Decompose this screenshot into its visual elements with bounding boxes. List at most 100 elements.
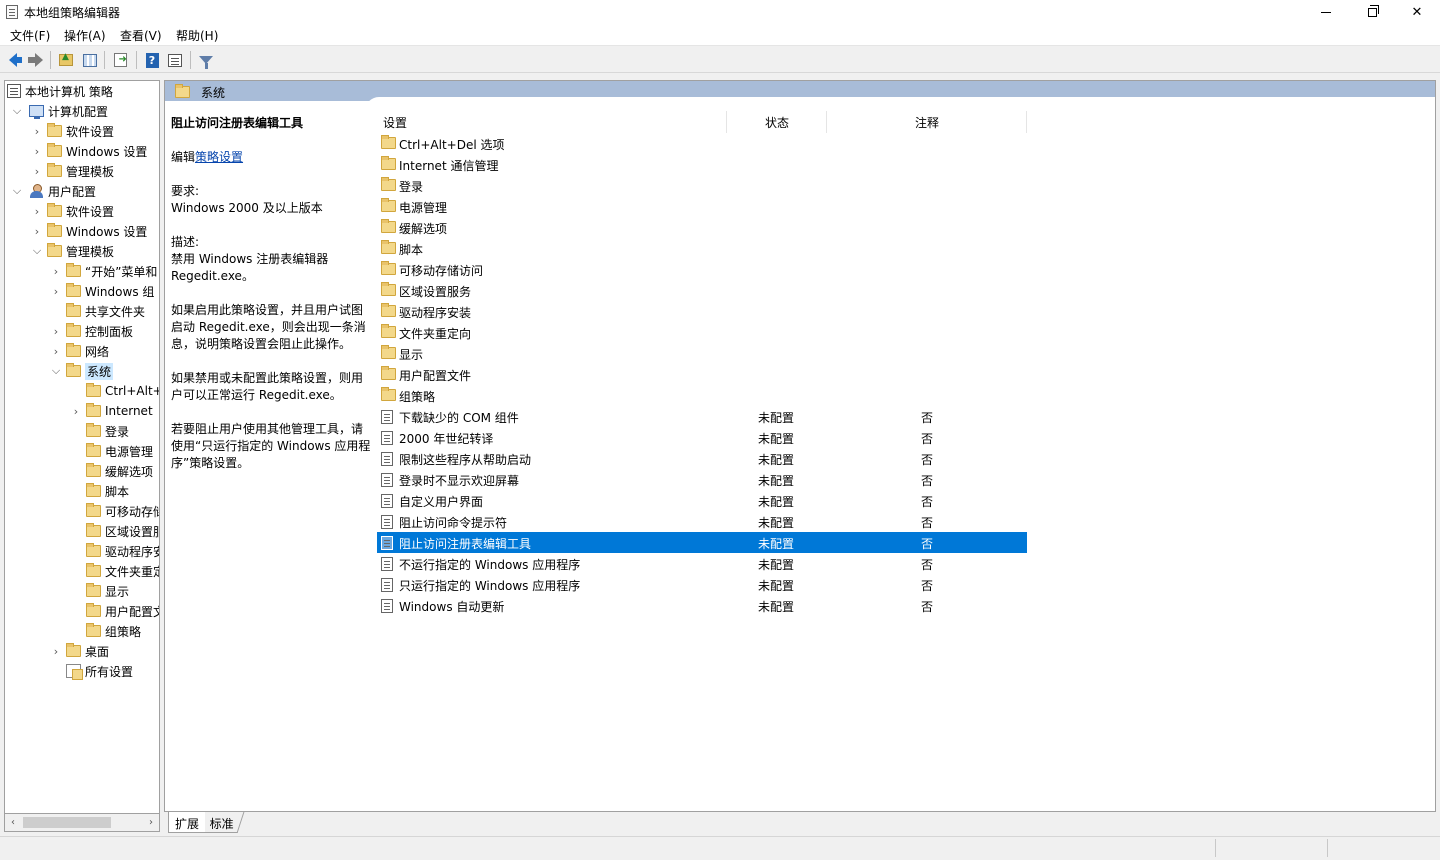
list-item[interactable]: 脚本 [377,238,1027,259]
chevron-right-icon[interactable]: › [50,341,62,361]
tree-item-computer-software[interactable]: › 软件设置 [31,121,114,141]
tree-item-control-panel[interactable]: › 控制面板 [50,321,133,341]
table-row[interactable]: 下载缺少的 COM 组件 未配置 否 [377,406,1027,427]
menu-help[interactable]: 帮助(H) [176,27,218,44]
tree-item-root[interactable]: 本地计算机 策略 [7,81,113,101]
menu-file[interactable]: 文件(F) [10,27,50,44]
tree-item-folder-redirection[interactable]: 文件夹重定 [70,561,159,581]
table-row[interactable]: 不运行指定的 Windows 应用程序 未配置 否 [377,553,1027,574]
details-pane: 系统 阻止访问注册表编辑工具 编辑策略设置 要求: Windows 2000 及以… [164,80,1436,812]
export-list-button[interactable] [111,51,129,69]
tree-horizontal-scrollbar[interactable]: ‹ › [4,814,160,832]
setting-state: 未配置 [758,411,795,425]
minimize-button[interactable] [1303,0,1349,24]
table-row[interactable]: 登录时不显示欢迎屏幕 未配置 否 [377,469,1027,490]
tree-item-network[interactable]: › 网络 [50,341,109,361]
list-item[interactable]: 显示 [377,343,1027,364]
list-item[interactable]: 用户配置文件 [377,364,1027,385]
chevron-right-icon[interactable]: › [31,121,43,141]
table-row[interactable]: 只运行指定的 Windows 应用程序 未配置 否 [377,574,1027,595]
chevron-right-icon[interactable]: › [31,221,43,241]
close-button[interactable]: ✕ [1394,0,1440,24]
chevron-right-icon[interactable]: › [50,321,62,341]
table-row[interactable]: Windows 自动更新 未配置 否 [377,595,1027,616]
list-item[interactable]: 可移动存储访问 [377,259,1027,280]
chevron-right-icon[interactable]: › [50,641,62,661]
tree-item-computer-windows[interactable]: › Windows 设置 [31,141,147,161]
tree-item-display[interactable]: 显示 [70,581,129,601]
scrollbar-thumb[interactable] [23,817,111,828]
table-row[interactable]: 2000 年世纪转译 未配置 否 [377,427,1027,448]
tree-item-shared-folders[interactable]: 共享文件夹 [50,301,145,321]
tree-item-power[interactable]: 电源管理 [70,441,153,461]
properties-button[interactable] [166,51,184,69]
tree-item-mitigation[interactable]: 缓解选项 [70,461,153,481]
back-button[interactable] [4,51,22,69]
tree-item-all-settings[interactable]: 所有设置 [50,661,133,681]
up-level-button[interactable] [57,51,75,69]
chevron-right-icon[interactable]: › [31,141,43,161]
tab-standard[interactable]: 标准 [200,812,245,833]
list-item[interactable]: 电源管理 [377,196,1027,217]
list-item[interactable]: 区域设置服务 [377,280,1027,301]
show-hide-tree-button[interactable] [81,51,99,69]
user-icon [29,184,44,198]
list-item[interactable]: 驱动程序安装 [377,301,1027,322]
list-item[interactable]: 缓解选项 [377,217,1027,238]
chevron-down-icon[interactable]: ⌵ [50,361,62,381]
table-row[interactable]: 阻止访问注册表编辑工具 未配置 否 [377,532,1027,553]
table-row[interactable]: 自定义用户界面 未配置 否 [377,490,1027,511]
tree-item-user-profiles[interactable]: 用户配置文 [70,601,159,621]
edit-policy-link[interactable]: 策略设置 [195,150,243,164]
tree-item-start-menu[interactable]: › “开始”菜单和 [50,261,157,281]
tree-item-user-config[interactable]: ⌵ 用户配置 [11,181,96,201]
list-item[interactable]: Ctrl+Alt+Del 选项 [377,133,1027,154]
folder-icon [86,603,101,617]
tree-item-windows-components[interactable]: › Windows 组 [50,281,154,301]
menu-action[interactable]: 操作(A) [64,27,106,44]
chevron-down-icon[interactable]: ⌵ [31,241,43,261]
chevron-down-icon[interactable]: ⌵ [11,181,23,201]
table-row[interactable]: 限制这些程序从帮助启动 未配置 否 [377,448,1027,469]
setting-icon [381,410,393,427]
list-item[interactable]: 文件夹重定向 [377,322,1027,343]
table-row[interactable]: 阻止访问命令提示符 未配置 否 [377,511,1027,532]
tree-item-logon[interactable]: 登录 [70,421,129,441]
toolbar-separator [136,51,137,69]
column-header-state[interactable]: 状态 [727,111,827,133]
scroll-right-icon[interactable]: › [143,814,159,831]
scroll-left-icon[interactable]: ‹ [5,814,21,831]
tree-item-user-windows[interactable]: › Windows 设置 [31,221,147,241]
tree-item-scripts[interactable]: 脚本 [70,481,129,501]
chevron-right-icon[interactable]: › [31,201,43,221]
menu-view[interactable]: 查看(V) [120,27,162,44]
chevron-right-icon[interactable]: › [70,401,82,421]
list-item[interactable]: Internet 通信管理 [377,154,1027,175]
tree-item-system[interactable]: ⌵ 系统 [50,361,114,381]
help-button[interactable]: ? [143,51,161,69]
tree-item-user-admin[interactable]: ⌵ 管理模板 [31,241,114,261]
tree-item-ctrl-alt-del[interactable]: Ctrl+Alt+ [70,381,159,401]
tree-item-group-policy[interactable]: 组策略 [70,621,141,641]
chevron-right-icon[interactable]: › [50,281,62,301]
tree-item-computer-config[interactable]: ⌵ 计算机配置 [11,101,108,121]
column-header-setting[interactable]: 设置 [377,111,727,133]
maximize-button[interactable] [1349,0,1395,24]
filter-button[interactable] [197,51,215,69]
tree-item-computer-admin[interactable]: › 管理模板 [31,161,114,181]
tree-item-internet[interactable]: › Internet [70,401,153,421]
tree-item-desktop[interactable]: › 桌面 [50,641,109,661]
list-item[interactable]: 登录 [377,175,1027,196]
tree-item-locale-services[interactable]: 区域设置服 [70,521,159,541]
chevron-right-icon[interactable]: › [50,261,62,281]
tree-item-removable-storage[interactable]: 可移动存储 [70,501,159,521]
console-tree[interactable]: 本地计算机 策略 ⌵ 计算机配置 › 软件设置 › Windows 设置 › 管… [4,80,160,814]
chevron-down-icon[interactable]: ⌵ [11,101,23,121]
tree-item-user-software[interactable]: › 软件设置 [31,201,114,221]
chevron-right-icon[interactable]: › [31,161,43,181]
tree-item-driver-install[interactable]: 驱动程序安 [70,541,159,561]
list-item[interactable]: 组策略 [377,385,1027,406]
forward-button[interactable] [26,51,44,69]
tab-extended[interactable]: 扩展 [168,812,206,833]
column-header-comment[interactable]: 注释 [827,111,1027,133]
